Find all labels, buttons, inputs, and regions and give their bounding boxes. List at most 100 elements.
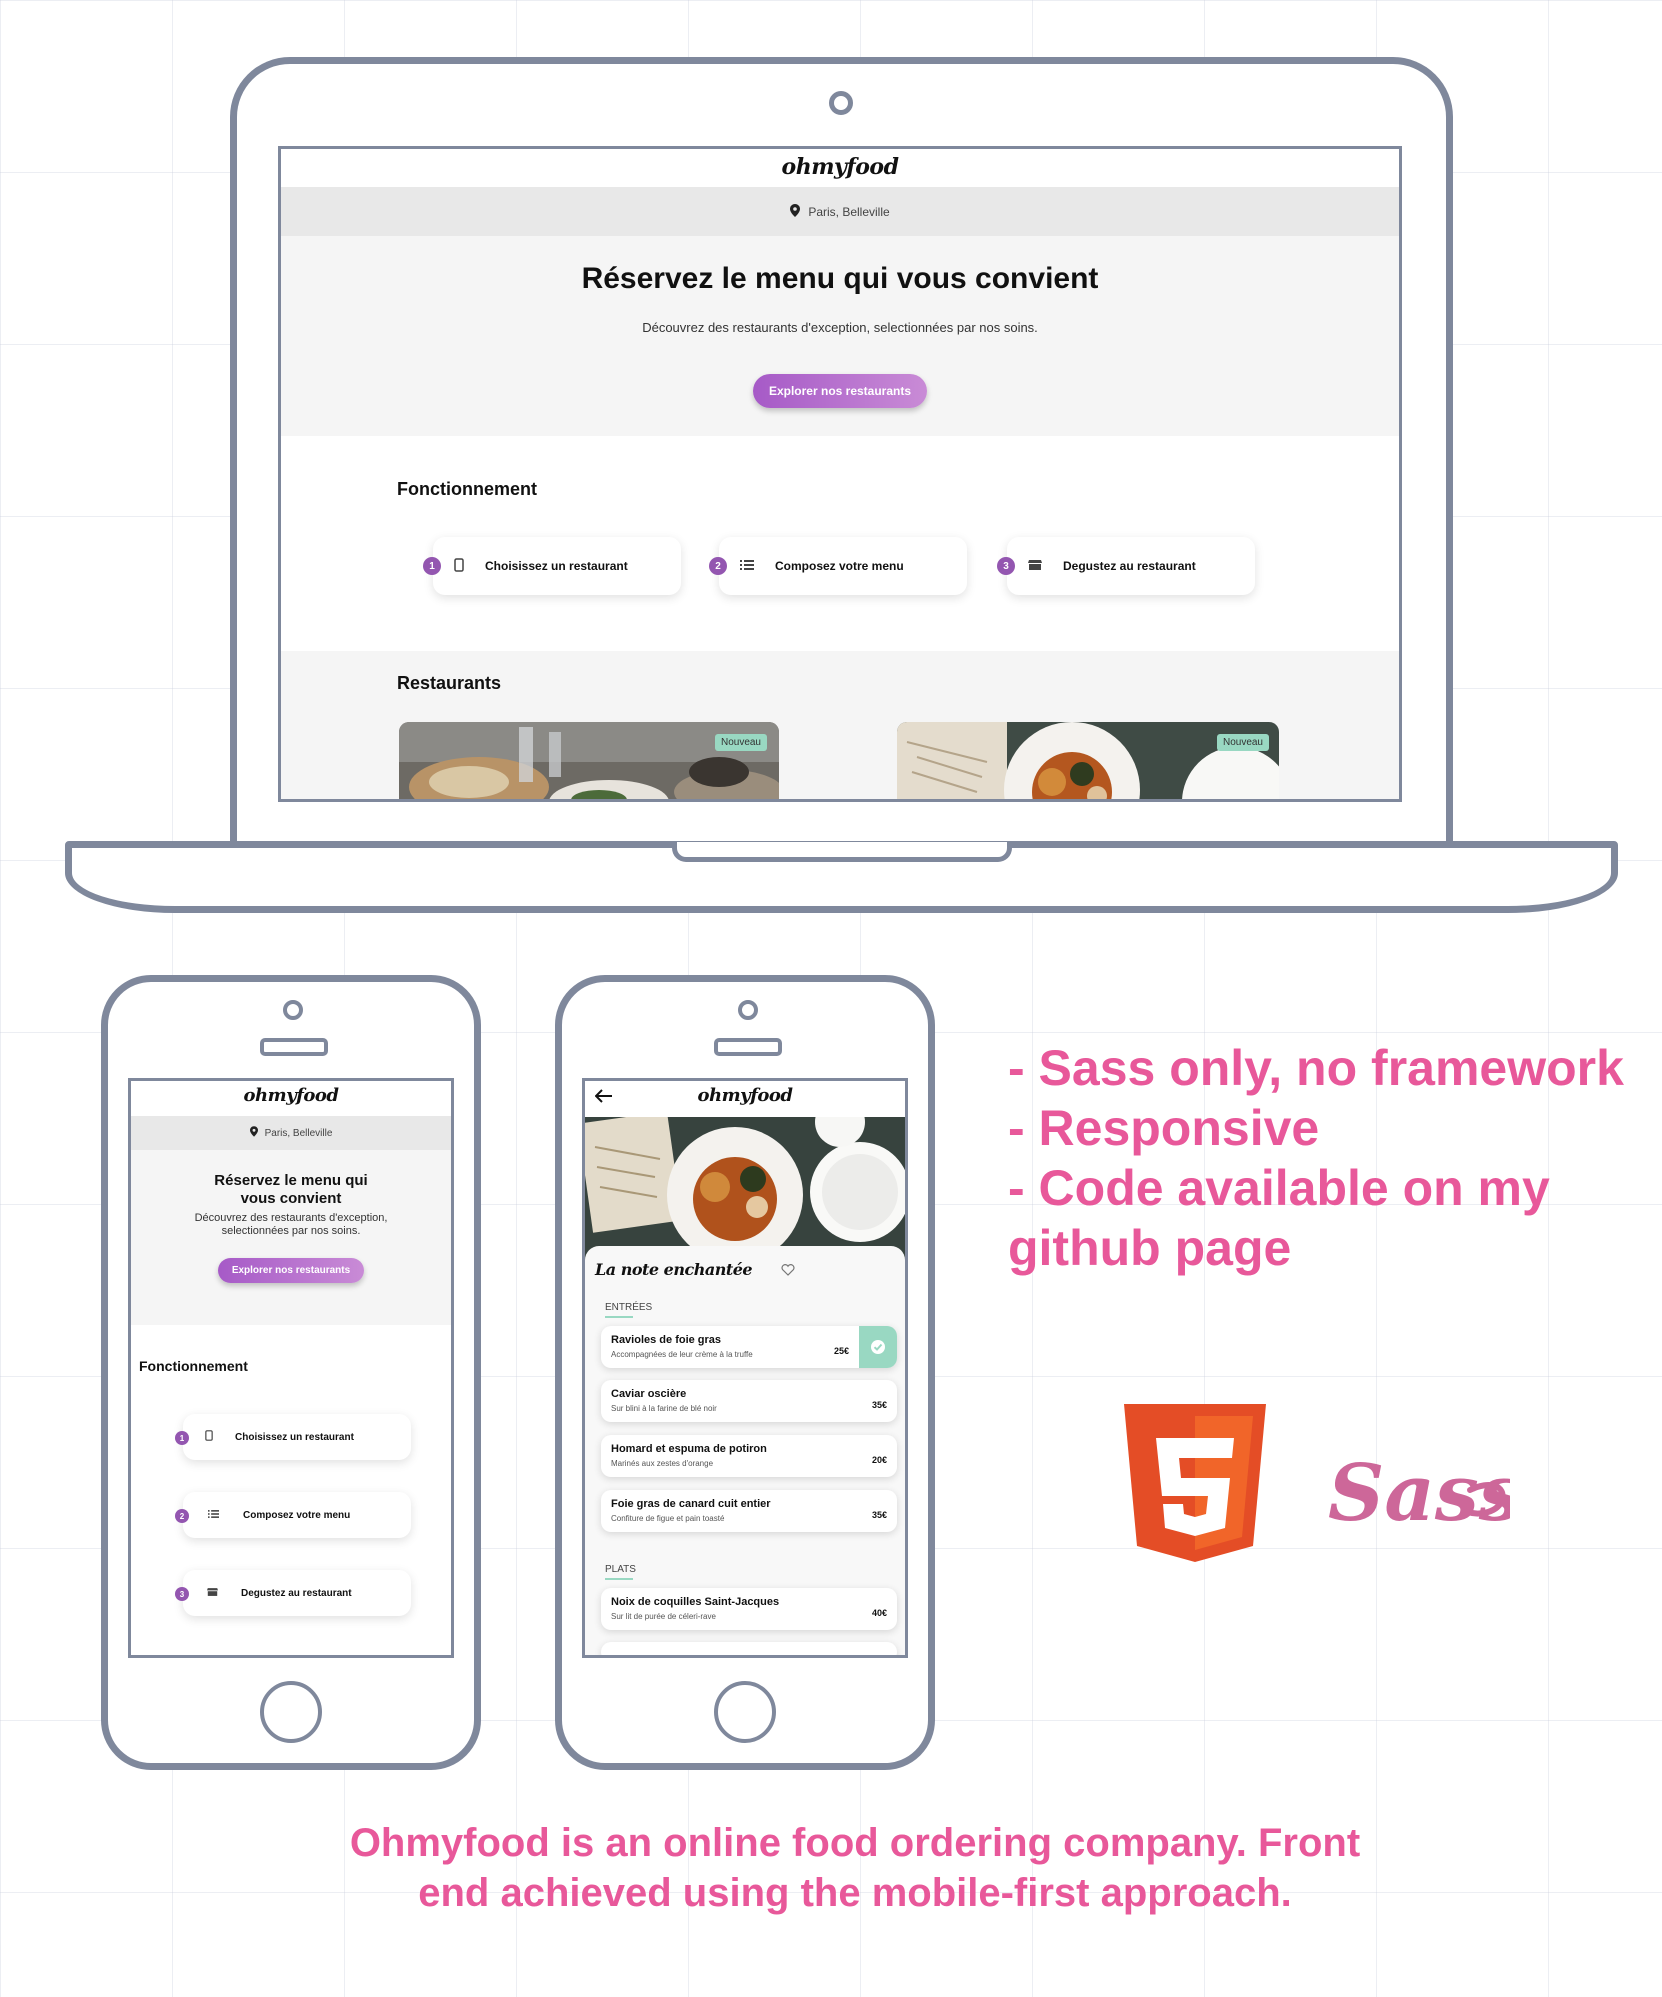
footer-line: Ohmyfood is an online food ordering comp… [349,1821,1361,1865]
store-icon [1007,559,1063,574]
location-text: Paris, Belleville [808,204,890,219]
dish-description: Sur lit de purée de céleri-rave [611,1612,716,1621]
step-card-choose[interactable]: 1 Choisissez un restaurant [175,1414,411,1460]
dish-name: Caviar oscière [611,1388,687,1400]
sass-logo-icon: Sass [1320,1420,1523,1550]
phone-screen-menu: ohmyfood La note enchantée ENTRÉES Ravio… [582,1078,908,1658]
step-card-choose[interactable]: 1 Choisissez un restaurant [423,537,681,595]
step-label: Composez votre menu [775,559,904,573]
menu-item[interactable]: Homard et espuma de potiron Marinés aux … [601,1435,897,1477]
menu-panel: La note enchantée ENTRÉES Ravioles de fo… [585,1246,905,1655]
feature-item: github page [1008,1220,1292,1276]
menu-item[interactable]: Foie gras de canard cuit entier Confitur… [601,1490,897,1532]
step-card-enjoy[interactable]: 3 Degustez au restaurant [997,537,1255,595]
footer-line: end achieved using the mobile-first appr… [418,1871,1292,1915]
dish-name: Ravioles de foie gras [611,1334,722,1346]
dish-price: 35€ [871,1400,887,1410]
site-logo[interactable]: ohmyfood [281,149,1399,185]
dish-description: Sur blini à la farine de blé noir [611,1404,717,1413]
dish-description: Marinés aux zestes d'orange [611,1459,714,1468]
section-title: ENTRÉES [605,1302,653,1313]
phone-speaker [714,1038,782,1056]
explore-restaurants-button[interactable]: Explorer nos restaurants [217,1258,365,1283]
restaurant-card-image[interactable]: Nouveau [399,722,779,799]
how-it-works-title: Fonctionnement [139,1358,248,1374]
step-number: 1 [423,557,441,575]
feature-list: - Sass only, no framework - Responsive -… [1008,1038,1648,1278]
feature-item: - Code available on my [1008,1160,1550,1216]
site-logo[interactable]: ohmyfood [585,1085,905,1106]
new-badge: Nouveau [1216,734,1269,751]
restaurant-card-image[interactable]: Nouveau [897,722,1279,799]
step-number: 2 [709,557,727,575]
explore-restaurants-button[interactable]: Explorer nos restaurants [752,374,928,408]
menu-item[interactable]: Ravioles de foie gras Accompagnées de le… [601,1326,897,1368]
phone-icon [183,1430,235,1444]
location-pin-icon [790,203,801,220]
section-underline [605,1578,633,1580]
hero-subtitle-line: selectionnées par nos soins. [221,1225,361,1237]
menu-item[interactable]: Caviar oscière Sur blini à la farine de … [601,1380,897,1422]
location-pin-icon [249,1126,258,1140]
laptop-camera [829,91,853,115]
menu-item[interactable] [601,1642,897,1655]
footer-description: Ohmyfood is an online food ordering comp… [160,1818,1550,1918]
step-label: Choisissez un restaurant [235,1431,354,1443]
menu-header: ohmyfood [585,1081,905,1120]
section-title: PLATS [605,1564,636,1575]
step-card-compose[interactable]: 2 Composez votre menu [709,537,967,595]
hero-subtitle-line: Découvrez des restaurants d'exception, [194,1212,388,1224]
step-label: Degustez au restaurant [1063,559,1196,573]
dish-name: Noix de coquilles Saint-Jacques [611,1596,780,1608]
hero-title: Réservez le menu qui vous convient [131,1172,451,1208]
dish-description: Accompagnées de leur crème à la truffe [611,1350,753,1359]
site-header: ohmyfood [131,1081,451,1118]
list-icon [719,559,775,574]
dish-description: Confiture de figue et pain toasté [611,1514,725,1523]
feature-item: - Sass only, no framework [1008,1040,1624,1096]
sass-wordmark: Sass [1328,1448,1510,1539]
dish-name: Homard et espuma de potiron [611,1443,767,1455]
site-logo[interactable]: ohmyfood [131,1081,451,1111]
location-text: Paris, Belleville [264,1127,333,1139]
list-icon [183,1509,243,1522]
step-number: 3 [175,1587,189,1601]
hero-title: Réservez le menu qui vous convient [581,262,1099,295]
step-label: Choisissez un restaurant [485,559,628,573]
section-underline [605,1316,633,1318]
phone-speaker [260,1038,328,1056]
dish-price: 20€ [871,1455,887,1465]
html5-logo-icon: 5 [1124,1404,1266,1562]
selected-check-icon[interactable] [859,1326,897,1368]
phone-home-button [260,1681,322,1743]
restaurant-banner-photo [585,1117,905,1267]
location-bar[interactable]: Paris, Belleville [131,1116,451,1150]
restaurant-name: La note enchantée [595,1260,753,1279]
heart-icon[interactable] [781,1263,795,1281]
step-label: Composez votre menu [243,1509,351,1521]
dish-price: 35€ [871,1510,887,1520]
hero-title-line: Réservez le menu qui [214,1172,368,1189]
dish-price: 40€ [871,1608,887,1618]
restaurants-title: Restaurants [397,673,502,693]
step-number: 1 [175,1431,189,1445]
dish-price: 25€ [833,1346,849,1356]
location-bar[interactable]: Paris, Belleville [281,187,1399,236]
phone-home-button [714,1681,776,1743]
feature-item: - Responsive [1008,1100,1320,1156]
laptop-notch [672,842,1012,862]
menu-item[interactable]: Noix de coquilles Saint-Jacques Sur lit … [601,1588,897,1630]
phone-screen-home: ohmyfood Paris, Belleville Réservez le m… [128,1078,454,1658]
hero-section: Réservez le menu qui vous convient Décou… [281,236,1399,436]
store-icon [183,1587,241,1600]
hero-subtitle: Découvrez des restaurants d'exception, s… [642,320,1038,335]
hero-subtitle: Découvrez des restaurants d'exception, s… [131,1212,451,1238]
step-label: Degustez au restaurant [241,1587,352,1599]
step-number: 3 [997,557,1015,575]
phone-camera [738,1000,758,1020]
step-card-compose[interactable]: 2 Composez votre menu [175,1492,411,1538]
site-header: ohmyfood [281,149,1399,187]
phone-camera [283,1000,303,1020]
step-card-enjoy[interactable]: 3 Degustez au restaurant [175,1570,411,1616]
hero-title-line: vous convient [240,1190,342,1207]
